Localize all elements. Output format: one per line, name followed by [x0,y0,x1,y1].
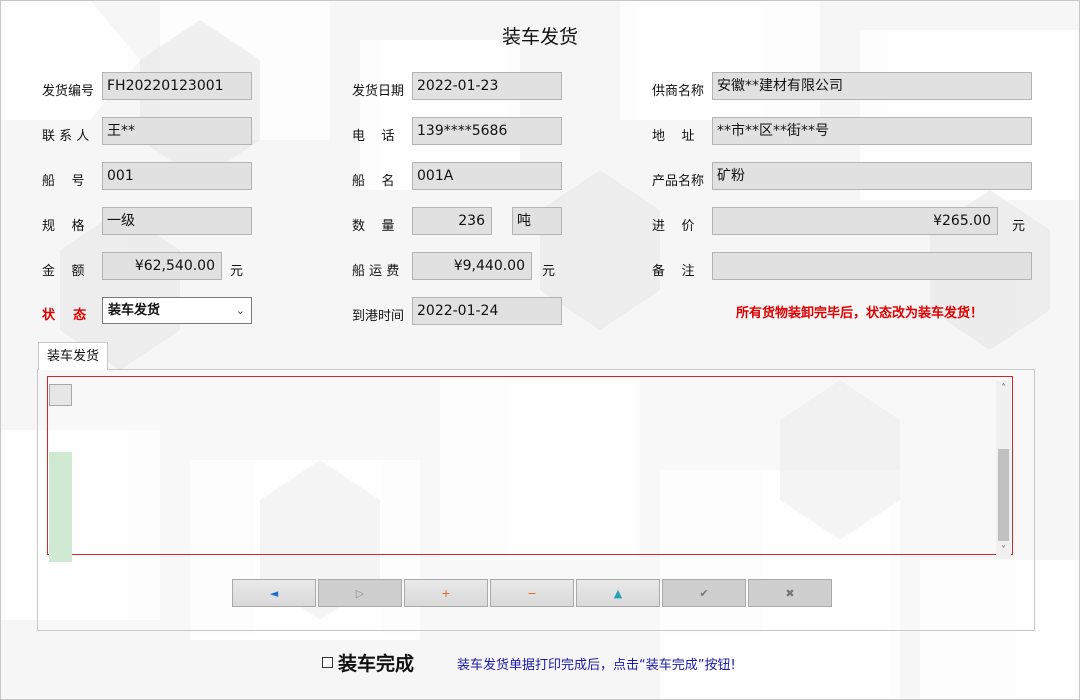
remark-field[interactable] [712,252,1032,280]
ship-date-field[interactable]: 2022-01-23 [412,72,562,100]
edit-button[interactable]: ▲ [576,579,660,607]
contact-label: 联 系 人 [42,129,90,144]
quantity-field[interactable]: 236 [412,207,492,235]
spec-field[interactable]: 一级 [102,207,252,235]
complete-checkbox-row[interactable]: 装车完成 [322,649,414,676]
remark-label: 备 注 [652,264,695,279]
ship-number-label: 船 号 [42,174,85,189]
supplier-field[interactable]: 安徽**建材有限公司 [712,72,1032,100]
confirm-icon: ✔ [699,586,709,600]
prev-arrow-icon: ◄ [269,586,279,600]
ship-number-field[interactable]: 001 [102,162,252,190]
record-navigator: ◄ ▷ + − ▲ ✔ ✖ [232,579,832,607]
ship-name-field[interactable]: 001A [412,162,562,190]
add-icon: + [441,586,451,600]
price-unit: 元 [1012,219,1026,234]
add-button[interactable]: + [404,579,488,607]
freight-field[interactable]: ¥9,440.00 [412,252,532,280]
scroll-up-icon[interactable]: ˄ [996,381,1011,397]
grid-scrollbar[interactable]: ˄ ˅ [996,381,1011,559]
arrival-label: 到港时间 [352,309,405,324]
amount-unit: 元 [230,264,244,279]
delete-icon: − [527,586,537,600]
contact-field[interactable]: 王** [102,117,252,145]
complete-hint: 装车发货单据打印完成后，点击“装车完成”按钮! [457,658,736,673]
chevron-down-icon[interactable]: ⌄ [236,298,245,323]
product-field[interactable]: 矿粉 [712,162,1032,190]
arrival-field[interactable]: 2022-01-24 [412,297,562,325]
spec-label: 规 格 [42,219,85,234]
tab-shipment[interactable]: 装车发货 [38,342,108,370]
complete-checkbox[interactable] [322,657,333,668]
price-label: 进 价 [652,219,695,234]
status-select[interactable]: 装车发货 ⌄ [102,297,252,324]
status-label: 状 态 [42,308,87,323]
status-select-value: 装车发货 [108,303,161,318]
address-label: 地 址 [652,129,695,144]
freight-label: 船 运 费 [352,264,400,279]
quantity-label: 数 量 [352,219,395,234]
ship-date-label: 发货日期 [352,84,405,99]
complete-label: 装车完成 [338,653,415,675]
prev-button[interactable]: ◄ [232,579,316,607]
edit-icon: ▲ [613,586,623,600]
address-field[interactable]: **市**区**街**号 [712,117,1032,145]
shipment-no-field[interactable]: FH20220123001 [102,72,252,100]
cancel-icon: ✖ [785,586,795,600]
supplier-label: 供商名称 [652,84,705,99]
ship-name-label: 船 名 [352,174,395,189]
phone-label: 电 话 [352,129,395,144]
detail-grid[interactable] [47,376,1013,562]
grid-row-indicator [49,452,72,562]
next-arrow-icon: ▷ [355,586,365,600]
scroll-thumb[interactable] [998,449,1009,541]
shipment-no-label: 发货编号 [42,84,95,99]
next-button[interactable]: ▷ [318,579,402,607]
freight-unit: 元 [542,264,556,279]
phone-field[interactable]: 139****5686 [412,117,562,145]
grid-select-all-cell[interactable] [49,384,72,406]
status-hint: 所有货物装卸完毕后，状态改为装车发货！ [736,306,984,321]
amount-label: 金 额 [42,264,85,279]
scroll-down-icon[interactable]: ˅ [996,543,1011,559]
cancel-button[interactable]: ✖ [748,579,832,607]
price-field[interactable]: ¥265.00 [712,207,998,235]
confirm-button[interactable]: ✔ [662,579,746,607]
page-title: 装车发货 [501,26,578,48]
product-label: 产品名称 [652,174,705,189]
quantity-unit-field[interactable]: 吨 [512,207,562,235]
amount-field[interactable]: ¥62,540.00 [102,252,222,280]
delete-button[interactable]: − [490,579,574,607]
